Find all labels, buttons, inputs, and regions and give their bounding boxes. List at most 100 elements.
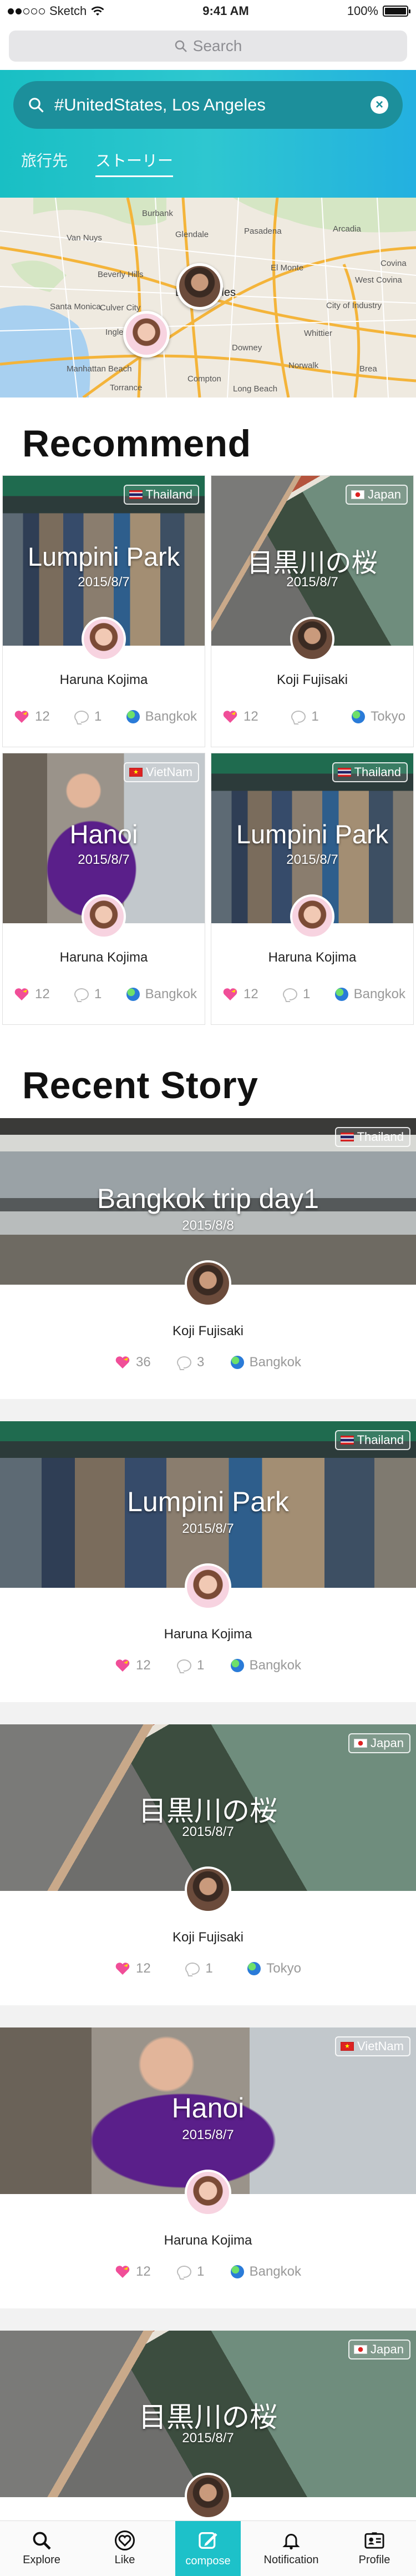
map-pin-avatar[interactable] — [176, 263, 223, 310]
story-date: 2015/8/7 — [182, 1521, 234, 1536]
card-title: 目黒川の桜 — [247, 548, 378, 577]
story-date: 2015/8/7 — [182, 1824, 234, 1839]
country-badge[interactable]: Thailand — [332, 762, 408, 782]
map-label: Glendale — [175, 230, 209, 239]
tab-like[interactable]: Like — [83, 2521, 166, 2576]
map-label: Van Nuys — [67, 233, 102, 243]
story-card[interactable]: ★ VietNam Hanoi 2015/8/7 Haruna Kojima 1… — [0, 2027, 416, 2308]
country-badge[interactable]: Thailand — [123, 485, 199, 505]
globe-icon — [126, 710, 140, 723]
battery-icon — [383, 6, 410, 17]
heart-icon — [14, 988, 29, 1000]
like-count[interactable]: 12 — [14, 709, 50, 724]
like-count[interactable]: 12 — [115, 2264, 151, 2280]
place-label[interactable]: Bangkok — [230, 1658, 301, 1673]
avatar[interactable] — [185, 1260, 231, 1307]
country-badge[interactable]: ★ VietNam — [335, 2036, 410, 2056]
tab-explore[interactable]: Explore — [0, 2521, 83, 2576]
place-label[interactable]: Bangkok — [334, 987, 405, 1002]
user-name[interactable]: Haruna Kojima — [0, 1627, 416, 1642]
country-badge[interactable]: Japan — [348, 1733, 410, 1753]
place-label[interactable]: Tokyo — [247, 1961, 301, 1976]
comment-count[interactable]: 3 — [176, 1355, 204, 1370]
country-badge[interactable]: ★ VietNam — [124, 762, 199, 782]
thailand-flag-icon — [340, 1133, 354, 1141]
globe-icon — [230, 1356, 244, 1369]
location-tag-field[interactable]: #UnitedStates, Los Angeles × — [13, 81, 403, 129]
signal-strength-icon — [8, 8, 45, 14]
place-label[interactable]: Bangkok — [230, 1355, 301, 1370]
like-count[interactable]: 12 — [222, 709, 258, 724]
tab-compose[interactable]: compose — [175, 2521, 241, 2576]
user-name[interactable]: Haruna Kojima — [211, 950, 413, 965]
map-label: Manhattan Beach — [67, 364, 132, 374]
avatar[interactable] — [290, 617, 334, 661]
comment-count[interactable]: 1 — [74, 709, 102, 724]
clear-icon[interactable]: × — [371, 96, 388, 114]
search-icon — [29, 98, 44, 113]
story-divider — [0, 1399, 416, 1421]
avatar[interactable] — [290, 894, 334, 939]
like-count[interactable]: 12 — [115, 1658, 151, 1673]
recommend-card[interactable]: ★ VietNam Hanoi 2015/8/7 Haruna Kojima 1… — [2, 753, 205, 1025]
place-label[interactable]: Bangkok — [126, 709, 197, 724]
card-title: Hanoi — [69, 819, 138, 849]
place-label[interactable]: Bangkok — [126, 987, 197, 1002]
map-label: Pasadena — [244, 227, 282, 236]
card-title: Lumpini Park — [27, 542, 180, 571]
like-count[interactable]: 12 — [14, 987, 50, 1002]
place-label[interactable]: Tokyo — [352, 709, 405, 724]
avatar[interactable] — [185, 1563, 231, 1610]
tab-destinations[interactable]: 旅行先 — [21, 149, 68, 177]
place-label[interactable]: Bangkok — [230, 2264, 301, 2280]
map-label: Culver City — [100, 303, 141, 313]
like-count[interactable]: 12 — [115, 1961, 151, 1976]
map-view[interactable]: Burbank Pasadena Glendale Arcadia Covina… — [0, 198, 416, 398]
comment-count[interactable]: 1 — [176, 2264, 204, 2280]
story-title: 目黒川の桜 — [139, 1795, 277, 1827]
comment-icon — [176, 2266, 191, 2278]
comment-count[interactable]: 1 — [282, 987, 310, 1002]
recommend-grid: Thailand Lumpini Park 2015/8/7 Haruna Ko… — [0, 475, 416, 1025]
tab-stories[interactable]: ストーリー — [95, 149, 174, 177]
tab-notification[interactable]: Notification — [250, 2521, 333, 2576]
avatar[interactable] — [82, 894, 126, 939]
country-badge[interactable]: Thailand — [334, 1430, 410, 1450]
user-name[interactable]: Koji Fujisaki — [211, 672, 413, 688]
recommend-card[interactable]: Thailand Lumpini Park 2015/8/7 Haruna Ko… — [211, 753, 414, 1025]
map-pin-avatar[interactable] — [123, 311, 170, 358]
location-header: #UnitedStates, Los Angeles × 旅行先 ストーリー — [0, 70, 416, 198]
like-count[interactable]: 36 — [115, 1355, 151, 1370]
avatar[interactable] — [82, 617, 126, 661]
comment-count[interactable]: 1 — [176, 1658, 204, 1673]
story-card[interactable]: Japan 目黒川の桜 2015/8/7 Koji Fujisaki 12 1 … — [0, 1724, 416, 2005]
like-count[interactable]: 12 — [222, 987, 258, 1002]
story-title: 目黒川の桜 — [139, 2402, 277, 2433]
country-badge[interactable]: Thailand — [334, 1127, 410, 1147]
recommend-card[interactable]: Thailand Lumpini Park 2015/8/7 Haruna Ko… — [2, 475, 205, 747]
card-title: Lumpini Park — [236, 819, 389, 849]
story-card[interactable]: Thailand Bangkok trip day1 2015/8/8 Koji… — [0, 1118, 416, 1399]
comment-count[interactable]: 1 — [291, 709, 319, 724]
globe-icon — [247, 1962, 261, 1975]
tab-profile[interactable]: Profile — [333, 2521, 416, 2576]
story-card[interactable]: Thailand Lumpini Park 2015/8/7 Haruna Ko… — [0, 1421, 416, 1702]
comment-count[interactable]: 1 — [185, 1961, 213, 1976]
search-icon — [33, 2532, 51, 2550]
user-name[interactable]: Koji Fujisaki — [0, 1930, 416, 1945]
user-name[interactable]: Haruna Kojima — [3, 672, 205, 688]
map-label: Downey — [232, 343, 262, 353]
comment-count[interactable]: 1 — [74, 987, 102, 1002]
vietnam-flag-icon: ★ — [341, 2042, 354, 2051]
search-input[interactable]: Search — [9, 31, 407, 62]
user-name[interactable]: Haruna Kojima — [0, 2233, 416, 2248]
country-badge[interactable]: Japan — [346, 485, 408, 505]
avatar[interactable] — [185, 2170, 231, 2216]
user-name[interactable]: Haruna Kojima — [3, 950, 205, 965]
recommend-card[interactable]: Japan 目黒川の桜 2015/8/7 Koji Fujisaki 12 1 … — [211, 475, 414, 747]
avatar[interactable] — [185, 1866, 231, 1913]
avatar[interactable] — [185, 2473, 231, 2519]
map-label: Santa Monica — [50, 302, 101, 311]
country-badge[interactable]: Japan — [348, 2339, 410, 2359]
user-name[interactable]: Koji Fujisaki — [0, 1324, 416, 1339]
